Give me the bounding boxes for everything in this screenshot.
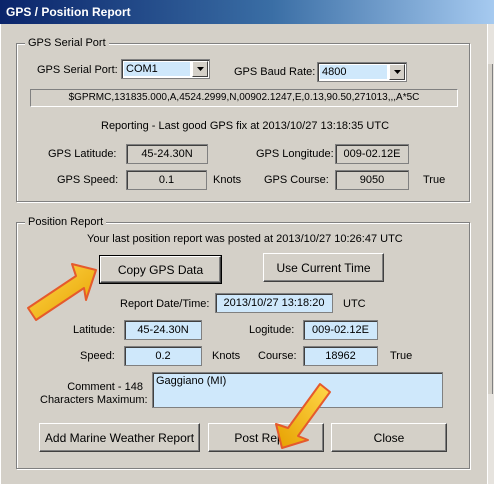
gps-course-label: GPS Course: xyxy=(264,174,329,186)
chevron-down-icon[interactable] xyxy=(192,61,208,77)
use-current-time-button[interactable]: Use Current Time xyxy=(263,253,384,282)
report-date-unit: UTC xyxy=(343,298,366,310)
close-button[interactable]: Close xyxy=(331,423,447,452)
longitude-label: Logitude: xyxy=(249,324,295,336)
speed-label: Speed: xyxy=(80,350,115,362)
longitude-field[interactable]: 009-02.12E xyxy=(303,320,378,340)
serial-port-select[interactable]: COM1 xyxy=(121,59,210,79)
gps-speed-field: 0.1 xyxy=(126,170,207,190)
group-title: GPS Serial Port xyxy=(25,37,109,49)
add-marine-weather-button[interactable]: Add Marine Weather Report xyxy=(39,423,200,452)
comment-label-line1: Comment - 148 xyxy=(67,381,143,393)
report-date-label: Report Date/Time: xyxy=(120,298,210,310)
baud-rate-value: 4800 xyxy=(320,65,387,79)
gps-longitude-field: 009-02.12E xyxy=(335,144,409,164)
gps-latitude-field: 45-24.30N xyxy=(126,144,208,164)
speed-field[interactable]: 0.2 xyxy=(124,346,202,366)
report-date-field[interactable]: 2013/10/27 13:18:20 xyxy=(215,293,333,313)
gps-course-field: 9050 xyxy=(335,170,409,190)
baud-rate-label: GPS Baud Rate: xyxy=(234,66,316,78)
group-title: Position Report xyxy=(25,216,107,228)
baud-rate-select[interactable]: 4800 xyxy=(317,62,407,82)
scroll-thumb[interactable] xyxy=(487,64,493,394)
latitude-field[interactable]: 45-24.30N xyxy=(124,320,202,340)
gps-status-text: Reporting - Last good GPS fix at 2013/10… xyxy=(101,120,390,132)
course-unit: True xyxy=(390,350,413,362)
serial-port-label: GPS Serial Port: xyxy=(37,64,118,76)
chevron-down-icon[interactable] xyxy=(389,64,405,80)
gps-speed-unit: Knots xyxy=(213,174,242,186)
gps-longitude-label: GPS Longitude: xyxy=(256,148,334,160)
gps-latitude-label: GPS Latitude: xyxy=(48,148,117,160)
course-field[interactable]: 18962 xyxy=(303,346,378,366)
comment-label-line2: Characters Maximum: xyxy=(40,394,148,406)
pointing-arrow-icon xyxy=(27,263,97,321)
serial-port-value: COM1 xyxy=(124,62,190,76)
window-title: GPS / Position Report xyxy=(0,0,494,24)
gps-course-unit: True xyxy=(423,174,446,186)
course-label: Course: xyxy=(258,350,297,362)
nmea-sentence: $GPRMC,131835.000,A,4524.2999,N,00902.12… xyxy=(30,89,458,107)
copy-gps-data-button[interactable]: Copy GPS Data xyxy=(99,255,222,284)
last-report-text: Your last position report was posted at … xyxy=(87,233,403,245)
pointing-arrow-icon xyxy=(275,383,331,449)
speed-unit: Knots xyxy=(212,350,241,362)
gps-speed-label: GPS Speed: xyxy=(57,174,119,186)
scrollbar[interactable] xyxy=(487,24,494,484)
